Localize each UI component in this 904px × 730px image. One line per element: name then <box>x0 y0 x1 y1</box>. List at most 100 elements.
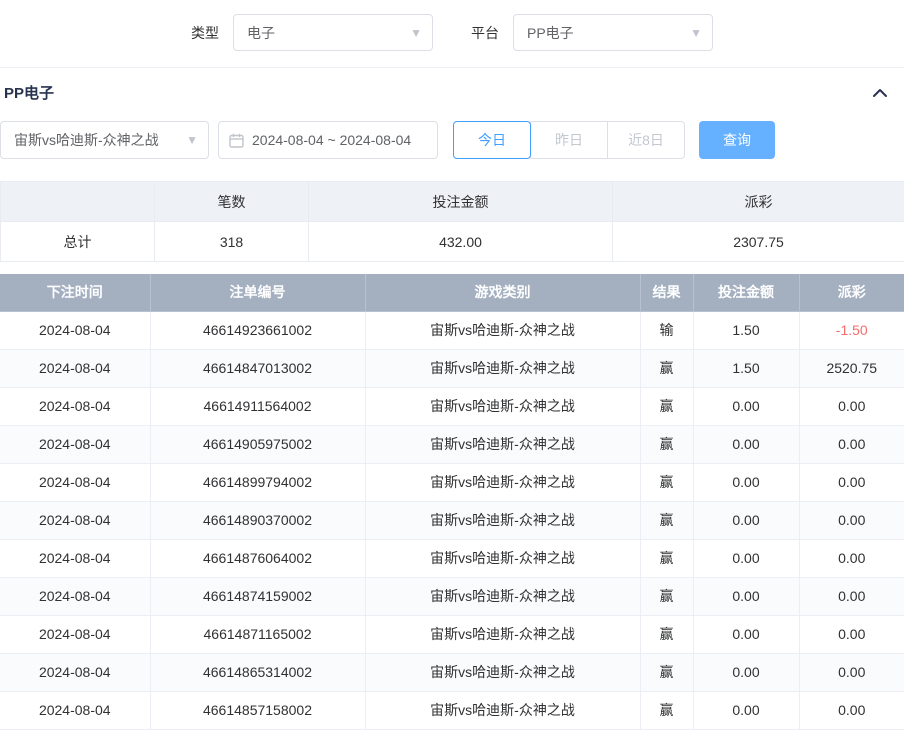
cell-id: 46614911564002 <box>150 387 365 425</box>
quick-date-button-group: 今日 昨日 近8日 <box>453 121 685 159</box>
summary-total-bet-amount: 432.00 <box>309 222 613 262</box>
cell-time: 2024-08-04 <box>0 501 150 539</box>
section-title: PP电子 <box>4 82 54 103</box>
cell-game: 宙斯vs哈迪斯-众神之战 <box>365 349 640 387</box>
summary-header-bet-amount: 投注金额 <box>309 182 613 222</box>
cell-payout: 0.00 <box>799 615 904 653</box>
type-filter: 类型 电子 ▼ <box>191 14 433 51</box>
cell-bet: 0.00 <box>693 539 799 577</box>
cell-id: 46614871165002 <box>150 615 365 653</box>
query-button[interactable]: 查询 <box>699 121 775 159</box>
header-bet-time: 下注时间 <box>0 274 150 311</box>
cell-bet: 0.00 <box>693 615 799 653</box>
cell-result: 赢 <box>640 615 693 653</box>
summary-header-payout: 派彩 <box>613 182 904 222</box>
cell-bet: 0.00 <box>693 463 799 501</box>
cell-bet: 0.00 <box>693 387 799 425</box>
last-8-days-button[interactable]: 近8日 <box>607 121 685 159</box>
cell-id: 46614923661002 <box>150 311 365 349</box>
summary-total-row: 总计 318 432.00 2307.75 <box>1 222 904 262</box>
cell-game: 宙斯vs哈迪斯-众神之战 <box>365 501 640 539</box>
summary-total-payout: 2307.75 <box>613 222 904 262</box>
cell-time: 2024-08-04 <box>0 425 150 463</box>
cell-bet: 0.00 <box>693 691 799 729</box>
cell-time: 2024-08-04 <box>0 615 150 653</box>
cell-id: 46614857158002 <box>150 691 365 729</box>
cell-id: 46614847013002 <box>150 349 365 387</box>
yesterday-button[interactable]: 昨日 <box>530 121 608 159</box>
cell-result: 赢 <box>640 577 693 615</box>
cell-result: 赢 <box>640 425 693 463</box>
table-row: 2024-08-0446614847013002宙斯vs哈迪斯-众神之战赢1.5… <box>0 349 904 387</box>
table-row: 2024-08-0446614876064002宙斯vs哈迪斯-众神之战赢0.0… <box>0 539 904 577</box>
cell-bet: 0.00 <box>693 577 799 615</box>
cell-time: 2024-08-04 <box>0 311 150 349</box>
cell-payout: 0.00 <box>799 691 904 729</box>
cell-time: 2024-08-04 <box>0 463 150 501</box>
game-select-value: 宙斯vs哈迪斯-众神之战 <box>14 130 159 150</box>
cell-result: 赢 <box>640 501 693 539</box>
table-row: 2024-08-0446614874159002宙斯vs哈迪斯-众神之战赢0.0… <box>0 577 904 615</box>
cell-game: 宙斯vs哈迪斯-众神之战 <box>365 463 640 501</box>
cell-bet: 1.50 <box>693 311 799 349</box>
cell-payout: 0.00 <box>799 539 904 577</box>
summary-header-row: 笔数 投注金额 派彩 <box>1 182 904 222</box>
bet-table-header-row: 下注时间 注单编号 游戏类别 结果 投注金额 派彩 <box>0 274 904 311</box>
cell-result: 赢 <box>640 691 693 729</box>
platform-filter: 平台 PP电子 ▼ <box>471 14 713 51</box>
cell-id: 46614865314002 <box>150 653 365 691</box>
summary-header-empty <box>1 182 155 222</box>
cell-payout: -1.50 <box>799 311 904 349</box>
cell-game: 宙斯vs哈迪斯-众神之战 <box>365 691 640 729</box>
cell-result: 赢 <box>640 387 693 425</box>
summary-total-label: 总计 <box>1 222 155 262</box>
cell-id: 46614899794002 <box>150 463 365 501</box>
platform-section: PP电子 宙斯vs哈迪斯-众神之战 ▼ 2024-08-04 ~ 2024-08… <box>0 67 904 730</box>
cell-id: 46614905975002 <box>150 425 365 463</box>
table-row: 2024-08-0446614923661002宙斯vs哈迪斯-众神之战输1.5… <box>0 311 904 349</box>
cell-payout: 0.00 <box>799 425 904 463</box>
type-select[interactable]: 电子 ▼ <box>233 14 433 51</box>
cell-id: 46614874159002 <box>150 577 365 615</box>
table-row: 2024-08-0446614905975002宙斯vs哈迪斯-众神之战赢 0.0… <box>0 425 904 463</box>
cell-time: 2024-08-04 <box>0 653 150 691</box>
bet-table-body: 2024-08-0446614923661002宙斯vs哈迪斯-众神之战输1.5… <box>0 311 904 729</box>
table-row: 2024-08-0446614899794002宙斯vs哈迪斯-众神之战赢0.0… <box>0 463 904 501</box>
today-button[interactable]: 今日 <box>453 121 531 159</box>
summary-table: 笔数 投注金额 派彩 总计 318 432.00 2307.75 <box>0 181 904 262</box>
cell-payout: 0.00 <box>799 463 904 501</box>
cell-id: 46614876064002 <box>150 539 365 577</box>
chevron-down-icon: ▼ <box>186 134 198 146</box>
cell-time: 2024-08-04 <box>0 349 150 387</box>
cell-time: 2024-08-04 <box>0 691 150 729</box>
cell-result: 赢 <box>640 349 693 387</box>
table-row: 2024-08-0446614911564002宙斯vs哈迪斯-众神之战赢0.0… <box>0 387 904 425</box>
cell-bet: 0.00 <box>693 501 799 539</box>
chevron-up-icon[interactable] <box>870 85 890 101</box>
platform-select-value: PP电子 <box>527 23 574 43</box>
table-row: 2024-08-0446614871165002宙斯vs哈迪斯-众神之战赢0.0… <box>0 615 904 653</box>
cell-time: 2024-08-04 <box>0 387 150 425</box>
top-filter-bar: 类型 电子 ▼ 平台 PP电子 ▼ <box>0 0 904 67</box>
game-select[interactable]: 宙斯vs哈迪斯-众神之战 ▼ <box>0 121 209 159</box>
date-range-input[interactable]: 2024-08-04 ~ 2024-08-04 <box>218 121 438 159</box>
cell-payout: 0.00 <box>799 577 904 615</box>
cell-time: 2024-08-04 <box>0 539 150 577</box>
header-result: 结果 <box>640 274 693 311</box>
cell-result: 赢 <box>640 463 693 501</box>
chevron-down-icon: ▼ <box>690 27 702 39</box>
cell-game: 宙斯vs哈迪斯-众神之战 <box>365 425 640 463</box>
type-select-value: 电子 <box>247 23 275 43</box>
cell-bet: 0.00 <box>693 653 799 691</box>
table-row: 2024-08-0446614857158002宙斯vs哈迪斯-众神之战赢0.0… <box>0 691 904 729</box>
header-bet-amount: 投注金额 <box>693 274 799 311</box>
section-header: PP电子 <box>0 68 904 115</box>
cell-game: 宙斯vs哈迪斯-众神之战 <box>365 653 640 691</box>
date-range-value: 2024-08-04 ~ 2024-08-04 <box>252 132 411 148</box>
cell-game: 宙斯vs哈迪斯-众神之战 <box>365 387 640 425</box>
platform-label: 平台 <box>471 23 499 43</box>
table-row: 2024-08-0446614890370002宙斯vs哈迪斯-众神之战赢0.0… <box>0 501 904 539</box>
type-label: 类型 <box>191 23 219 43</box>
calendar-icon <box>229 133 244 148</box>
platform-select[interactable]: PP电子 ▼ <box>513 14 713 51</box>
